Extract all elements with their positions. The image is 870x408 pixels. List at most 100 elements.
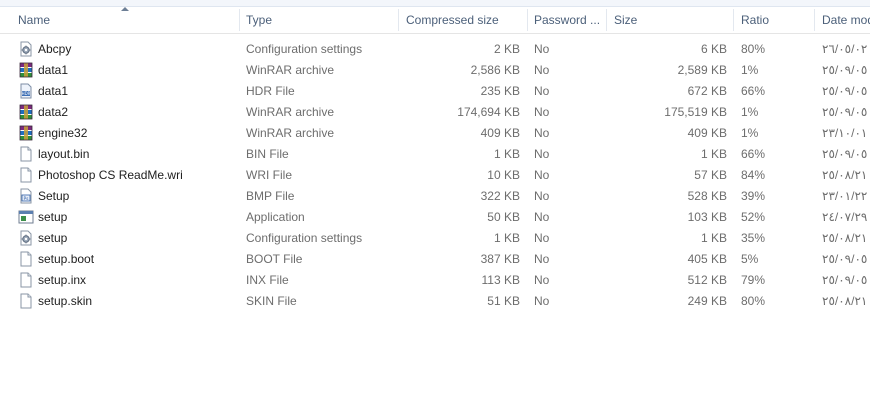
row-date-modified: ٢٣/١٠/٠١: [822, 126, 868, 140]
row-size: 2,589 KB: [677, 63, 727, 77]
column-divider[interactable]: [606, 9, 607, 31]
column-header-bar: Name Type Compressed size Password ... S…: [0, 7, 870, 34]
row-type: WinRAR archive: [246, 126, 335, 140]
row-compressed-size: 10 KB: [487, 168, 520, 182]
table-row[interactable]: layout.bin BIN File 1 KB No 1 KB 66% ٢٥/٠٩/٠٥: [0, 144, 870, 165]
table-row[interactable]: setup.inx INX File 113 KB No 512 KB 79% ٢٥/٠٩/…: [0, 270, 870, 291]
row-size: 57 KB: [694, 168, 727, 182]
row-name: setup: [38, 231, 68, 245]
row-password: No: [534, 189, 550, 203]
svg-text:HDR: HDR: [22, 91, 31, 96]
row-password: No: [534, 210, 550, 224]
row-password: No: [534, 252, 550, 266]
row-size: 1 KB: [700, 147, 727, 161]
table-row[interactable]: data2 WinRAR archive 174,694 KB No 175,519 K…: [0, 102, 870, 123]
row-size: 175,519 KB: [664, 105, 727, 119]
row-compressed-size: 174,694 KB: [457, 105, 520, 119]
blank-file-icon: [18, 146, 34, 162]
row-size: 6 KB: [700, 42, 727, 56]
row-ratio: 80%: [741, 42, 766, 56]
row-password: No: [534, 294, 550, 308]
row-name: data2: [38, 105, 69, 119]
row-ratio: 35%: [741, 231, 766, 245]
row-ratio: 66%: [741, 84, 766, 98]
row-type: BOOT File: [246, 252, 303, 266]
row-date-modified: ٢٥/٠٩/٠٥: [822, 84, 868, 98]
row-type: Configuration settings: [246, 42, 363, 56]
window-top-edge: [0, 0, 870, 7]
row-ratio: 80%: [741, 294, 766, 308]
table-row[interactable]: Ps Setup BMP File 322 KB No 528 KB 39% ٢٣/٠١/٢٢: [0, 186, 870, 207]
column-header-ratio[interactable]: Ratio: [741, 7, 811, 33]
table-row[interactable]: setup Configuration settings 1 KB No 1 KB 35%…: [0, 228, 870, 249]
row-password: No: [534, 273, 550, 287]
column-header-compressed-size[interactable]: Compressed size: [406, 7, 524, 33]
row-ratio: 1%: [741, 105, 759, 119]
row-password: No: [534, 126, 550, 140]
table-row[interactable]: Abcpy Configuration settings 2 KB No 6 KB 80%…: [0, 39, 870, 60]
row-type: WinRAR archive: [246, 105, 335, 119]
row-password: No: [534, 84, 550, 98]
row-type: INX File: [246, 273, 289, 287]
row-compressed-size: 1 KB: [493, 147, 520, 161]
row-size: 405 KB: [687, 252, 727, 266]
row-compressed-size: 387 KB: [480, 252, 520, 266]
row-name: Setup: [38, 189, 70, 203]
column-divider[interactable]: [527, 9, 528, 31]
winrar-archive-icon: [18, 104, 34, 120]
svg-text:Ps: Ps: [24, 196, 30, 202]
row-ratio: 1%: [741, 63, 759, 77]
column-header-date-modified[interactable]: Date mod: [822, 7, 870, 33]
table-row[interactable]: setup.skin SKIN File 51 KB No 249 KB 80% ٢٥/٠٨…: [0, 291, 870, 312]
column-divider[interactable]: [814, 9, 815, 31]
row-type: BMP File: [246, 189, 295, 203]
row-name: data1: [38, 63, 69, 77]
row-name: data1: [38, 84, 69, 98]
row-type: WinRAR archive: [246, 63, 335, 77]
config-file-icon: [18, 230, 34, 246]
row-date-modified: ٢٥/٠٨/٢١: [822, 168, 868, 182]
row-name: layout.bin: [38, 147, 90, 161]
column-header-size[interactable]: Size: [614, 7, 729, 33]
row-date-modified: ٢٥/٠٩/٠٥: [822, 252, 868, 266]
row-ratio: 5%: [741, 252, 759, 266]
table-row[interactable]: setup.boot BOOT File 387 KB No 405 KB 5% ٢٥/٠٩…: [0, 249, 870, 270]
row-type: WRI File: [246, 168, 292, 182]
table-row[interactable]: HDR data1 HDR File 235 KB No 672 KB 66% ٢٥/٠٩/٠…: [0, 81, 870, 102]
column-divider[interactable]: [398, 9, 399, 31]
row-password: No: [534, 63, 550, 77]
table-row[interactable]: Photoshop CS ReadMe.wri WRI File 10 KB No 57…: [0, 165, 870, 186]
row-password: No: [534, 231, 550, 245]
table-row[interactable]: engine32 WinRAR archive 409 KB No 409 KB 1% ٢٣…: [0, 123, 870, 144]
row-date-modified: ٢٥/٠٨/٢١: [822, 231, 868, 245]
column-header-password[interactable]: Password ...: [534, 7, 604, 33]
table-row[interactable]: setup Application 50 KB No 103 KB 52% ٢٤/٠٧/٢٩: [0, 207, 870, 228]
photoshop-bmp-icon: Ps: [18, 188, 34, 204]
blank-file-icon: [18, 293, 34, 309]
row-password: No: [534, 42, 550, 56]
row-name: engine32: [38, 126, 88, 140]
row-size: 409 KB: [687, 126, 727, 140]
table-row[interactable]: data1 WinRAR archive 2,586 KB No 2,589 KB 1% ٢…: [0, 60, 870, 81]
row-password: No: [534, 168, 550, 182]
row-size: 672 KB: [687, 84, 727, 98]
row-date-modified: ٢٥/٠٩/٠٥: [822, 105, 868, 119]
row-size: 512 KB: [687, 273, 727, 287]
row-date-modified: ٢٥/٠٩/٠٥: [822, 273, 868, 287]
row-type: SKIN File: [246, 294, 297, 308]
row-compressed-size: 1 KB: [493, 231, 520, 245]
blank-file-icon: [18, 167, 34, 183]
winrar-archive-icon: [18, 62, 34, 78]
column-header-name[interactable]: Name: [18, 7, 238, 33]
row-password: No: [534, 147, 550, 161]
hdr-file-icon: HDR: [18, 83, 34, 99]
column-header-type[interactable]: Type: [246, 7, 396, 33]
row-type: HDR File: [246, 84, 295, 98]
row-size: 1 KB: [700, 231, 727, 245]
row-compressed-size: 2 KB: [493, 42, 520, 56]
row-compressed-size: 50 KB: [487, 210, 520, 224]
winrar-archive-icon: [18, 125, 34, 141]
row-name: setup.skin: [38, 294, 93, 308]
column-divider[interactable]: [733, 9, 734, 31]
column-divider[interactable]: [239, 9, 240, 31]
